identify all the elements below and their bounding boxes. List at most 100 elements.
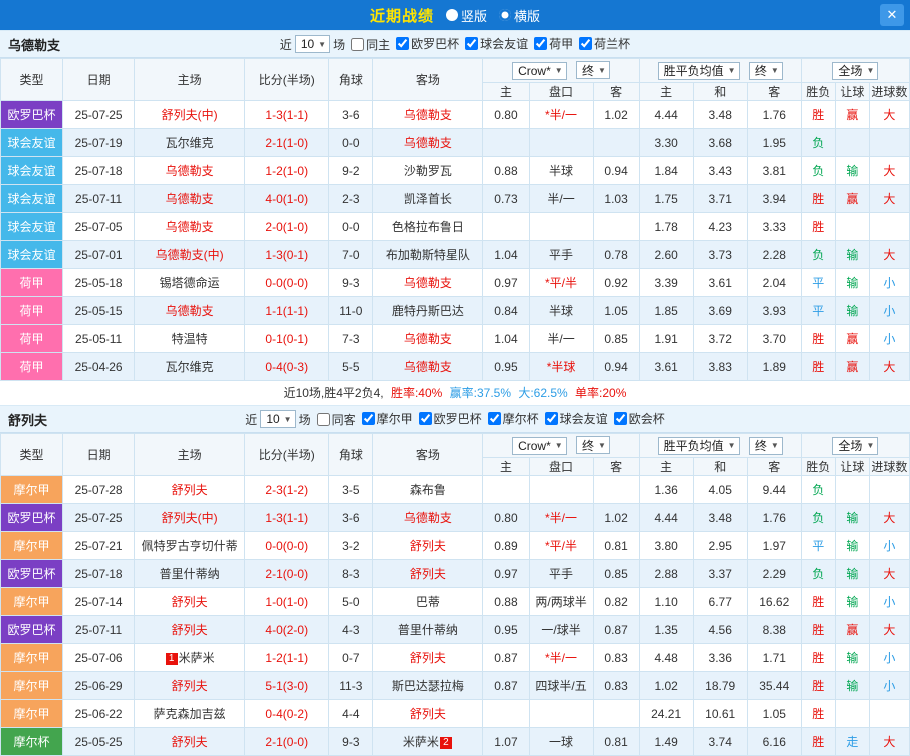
league-filter-checkbox[interactable]: 欧会杯	[614, 410, 665, 427]
league-filter-checkbox[interactable]: 荷兰杯	[579, 35, 630, 52]
team-link[interactable]: 乌德勒支	[404, 360, 452, 374]
team-link[interactable]: 沙勒罗瓦	[404, 164, 452, 178]
avg-type-select[interactable]: 胜平负均值▼	[658, 437, 740, 455]
scope-select[interactable]: 全场▼	[832, 437, 878, 455]
team-link[interactable]: 乌德勒支	[404, 136, 452, 150]
home-team-cell[interactable]: 舒列夫	[135, 616, 245, 644]
away-team-cell[interactable]: 乌德勒支	[373, 269, 483, 297]
away-team-cell[interactable]: 鹿特丹斯巴达	[373, 297, 483, 325]
team-link[interactable]: 舒列夫	[410, 651, 446, 665]
away-team-cell[interactable]: 森布鲁	[373, 476, 483, 504]
home-team-cell[interactable]: 舒列夫	[135, 672, 245, 700]
score-cell[interactable]: 0-4(0-3)	[245, 353, 329, 381]
away-team-cell[interactable]: 舒列夫	[373, 700, 483, 728]
away-team-cell[interactable]: 乌德勒支	[373, 129, 483, 157]
away-team-cell[interactable]: 色格拉布鲁日	[373, 213, 483, 241]
away-team-cell[interactable]: 舒列夫	[373, 644, 483, 672]
score-cell[interactable]: 1-0(1-0)	[245, 588, 329, 616]
league-filter-checkbox[interactable]: 摩尔杯	[488, 410, 539, 427]
team-link[interactable]: 色格拉布鲁日	[392, 220, 464, 234]
team-link[interactable]: 锡塔德命运	[160, 276, 220, 290]
team-link[interactable]: 鹿特丹斯巴达	[392, 304, 464, 318]
team-link[interactable]: 普里什蒂纳	[398, 623, 458, 637]
team-link[interactable]: 特温特	[172, 332, 208, 346]
away-team-cell[interactable]: 斯巴达瑟拉梅	[373, 672, 483, 700]
home-team-cell[interactable]: 1米萨米	[135, 644, 245, 672]
team-link[interactable]: 森布鲁	[410, 483, 446, 497]
same-venue-checkbox[interactable]: 同主	[351, 36, 390, 53]
team-link[interactable]: 舒列夫	[172, 679, 208, 693]
league-filter-checkbox[interactable]: 球会友谊	[545, 410, 608, 427]
team-link[interactable]: 舒列夫(中)	[162, 511, 218, 525]
score-cell[interactable]: 2-1(0-0)	[245, 560, 329, 588]
home-team-cell[interactable]: 乌德勒支	[135, 185, 245, 213]
home-team-cell[interactable]: 舒列夫	[135, 728, 245, 756]
team-link[interactable]: 乌德勒支	[404, 332, 452, 346]
home-team-cell[interactable]: 舒列夫(中)	[135, 101, 245, 129]
score-cell[interactable]: 2-0(1-0)	[245, 213, 329, 241]
league-filter-checkbox[interactable]: 欧罗巴杯	[419, 410, 482, 427]
team-link[interactable]: 萨克森加吉兹	[154, 707, 226, 721]
score-cell[interactable]: 1-3(0-1)	[245, 241, 329, 269]
home-team-cell[interactable]: 乌德勒支	[135, 157, 245, 185]
team-link[interactable]: 巴蒂	[416, 595, 440, 609]
team-link[interactable]: 凯泽首长	[404, 192, 452, 206]
odds-company-select[interactable]: Crow*▼	[512, 437, 567, 455]
away-team-cell[interactable]: 舒列夫	[373, 560, 483, 588]
match-count-select[interactable]: 10▼	[260, 410, 295, 428]
score-cell[interactable]: 5-1(3-0)	[245, 672, 329, 700]
home-team-cell[interactable]: 瓦尔维克	[135, 353, 245, 381]
home-team-cell[interactable]: 特温特	[135, 325, 245, 353]
avg-final-select[interactable]: 终▼	[749, 62, 783, 80]
team-link[interactable]: 米萨米	[403, 735, 439, 749]
home-team-cell[interactable]: 萨克森加吉兹	[135, 700, 245, 728]
away-team-cell[interactable]: 布加勒斯特星队	[373, 241, 483, 269]
team-link[interactable]: 舒列夫(中)	[162, 108, 218, 122]
odds-company-select[interactable]: Crow*▼	[512, 62, 567, 80]
league-filter-checkbox[interactable]: 荷甲	[534, 35, 573, 52]
team-link[interactable]: 斯巴达瑟拉梅	[392, 679, 464, 693]
team-link[interactable]: 瓦尔维克	[166, 360, 214, 374]
away-team-cell[interactable]: 乌德勒支	[373, 325, 483, 353]
score-cell[interactable]: 1-3(1-1)	[245, 101, 329, 129]
team-link[interactable]: 舒列夫	[410, 567, 446, 581]
away-team-cell[interactable]: 巴蒂	[373, 588, 483, 616]
score-cell[interactable]: 0-0(0-0)	[245, 532, 329, 560]
league-filter-checkbox[interactable]: 欧罗巴杯	[396, 35, 459, 52]
home-team-cell[interactable]: 乌德勒支	[135, 213, 245, 241]
team-link[interactable]: 布加勒斯特星队	[386, 248, 470, 262]
away-team-cell[interactable]: 沙勒罗瓦	[373, 157, 483, 185]
odds-final-select[interactable]: 终▼	[576, 61, 610, 79]
score-cell[interactable]: 1-2(1-0)	[245, 157, 329, 185]
score-cell[interactable]: 0-0(0-0)	[245, 269, 329, 297]
away-team-cell[interactable]: 乌德勒支	[373, 101, 483, 129]
score-cell[interactable]: 1-1(1-1)	[245, 297, 329, 325]
layout-vertical-radio[interactable]	[446, 9, 458, 21]
home-team-cell[interactable]: 舒列夫	[135, 476, 245, 504]
league-filter-checkbox[interactable]: 球会友谊	[465, 35, 528, 52]
same-venue-checkbox[interactable]: 同客	[317, 411, 356, 428]
match-count-select[interactable]: 10▼	[295, 35, 330, 53]
score-cell[interactable]: 0-4(0-2)	[245, 700, 329, 728]
away-team-cell[interactable]: 米萨米2	[373, 728, 483, 756]
score-cell[interactable]: 2-1(1-0)	[245, 129, 329, 157]
team-link[interactable]: 舒列夫	[172, 595, 208, 609]
team-link[interactable]: 乌德勒支	[166, 220, 214, 234]
score-cell[interactable]: 2-1(0-0)	[245, 728, 329, 756]
score-cell[interactable]: 0-1(0-1)	[245, 325, 329, 353]
league-filter-checkbox[interactable]: 摩尔甲	[362, 410, 413, 427]
team-link[interactable]: 舒列夫	[410, 707, 446, 721]
home-team-cell[interactable]: 锡塔德命运	[135, 269, 245, 297]
team-link[interactable]: 乌德勒支	[166, 192, 214, 206]
home-team-cell[interactable]: 瓦尔维克	[135, 129, 245, 157]
team-link[interactable]: 佩特罗古亨切什蒂	[142, 539, 238, 553]
team-link[interactable]: 舒列夫	[172, 735, 208, 749]
team-link[interactable]: 舒列夫	[410, 539, 446, 553]
away-team-cell[interactable]: 乌德勒支	[373, 504, 483, 532]
away-team-cell[interactable]: 舒列夫	[373, 532, 483, 560]
away-team-cell[interactable]: 普里什蒂纳	[373, 616, 483, 644]
team-link[interactable]: 乌德勒支	[404, 511, 452, 525]
team-link[interactable]: 乌德勒支	[404, 276, 452, 290]
score-cell[interactable]: 1-2(1-1)	[245, 644, 329, 672]
close-button[interactable]: ✕	[880, 4, 904, 26]
